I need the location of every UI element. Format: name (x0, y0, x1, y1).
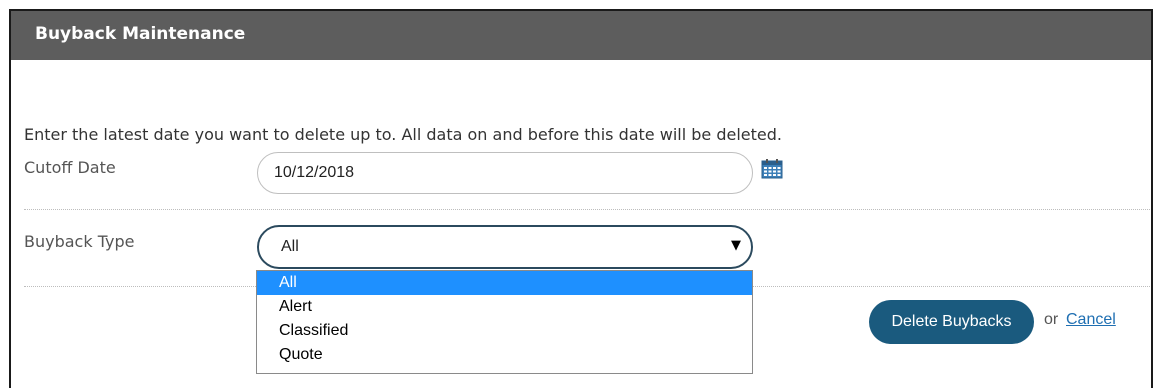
calendar-icon[interactable] (761, 159, 783, 179)
select-value: All (281, 238, 299, 255)
buyback-type-label: Buyback Type (24, 232, 135, 251)
cutoff-date-input[interactable] (257, 152, 753, 194)
option-alert[interactable]: Alert (257, 295, 752, 319)
dropdown-arrow-icon: ▼ (731, 238, 741, 253)
option-all[interactable]: All (257, 271, 752, 295)
panel-header: Buyback Maintenance (11, 11, 1151, 60)
cutoff-date-label: Cutoff Date (24, 158, 116, 177)
divider (24, 209, 1150, 210)
buyback-type-select[interactable]: All ▼ (257, 225, 753, 269)
instructions-text: Enter the latest date you want to delete… (24, 125, 782, 144)
cancel-link[interactable]: Cancel (1066, 311, 1116, 329)
panel-title: Buyback Maintenance (35, 24, 246, 44)
buyback-type-options: All Alert Classified Quote (256, 270, 753, 374)
option-classified[interactable]: Classified (257, 319, 752, 343)
option-quote[interactable]: Quote (257, 343, 752, 367)
delete-buybacks-button[interactable]: Delete Buybacks (869, 300, 1034, 344)
or-text: or (1044, 311, 1059, 328)
